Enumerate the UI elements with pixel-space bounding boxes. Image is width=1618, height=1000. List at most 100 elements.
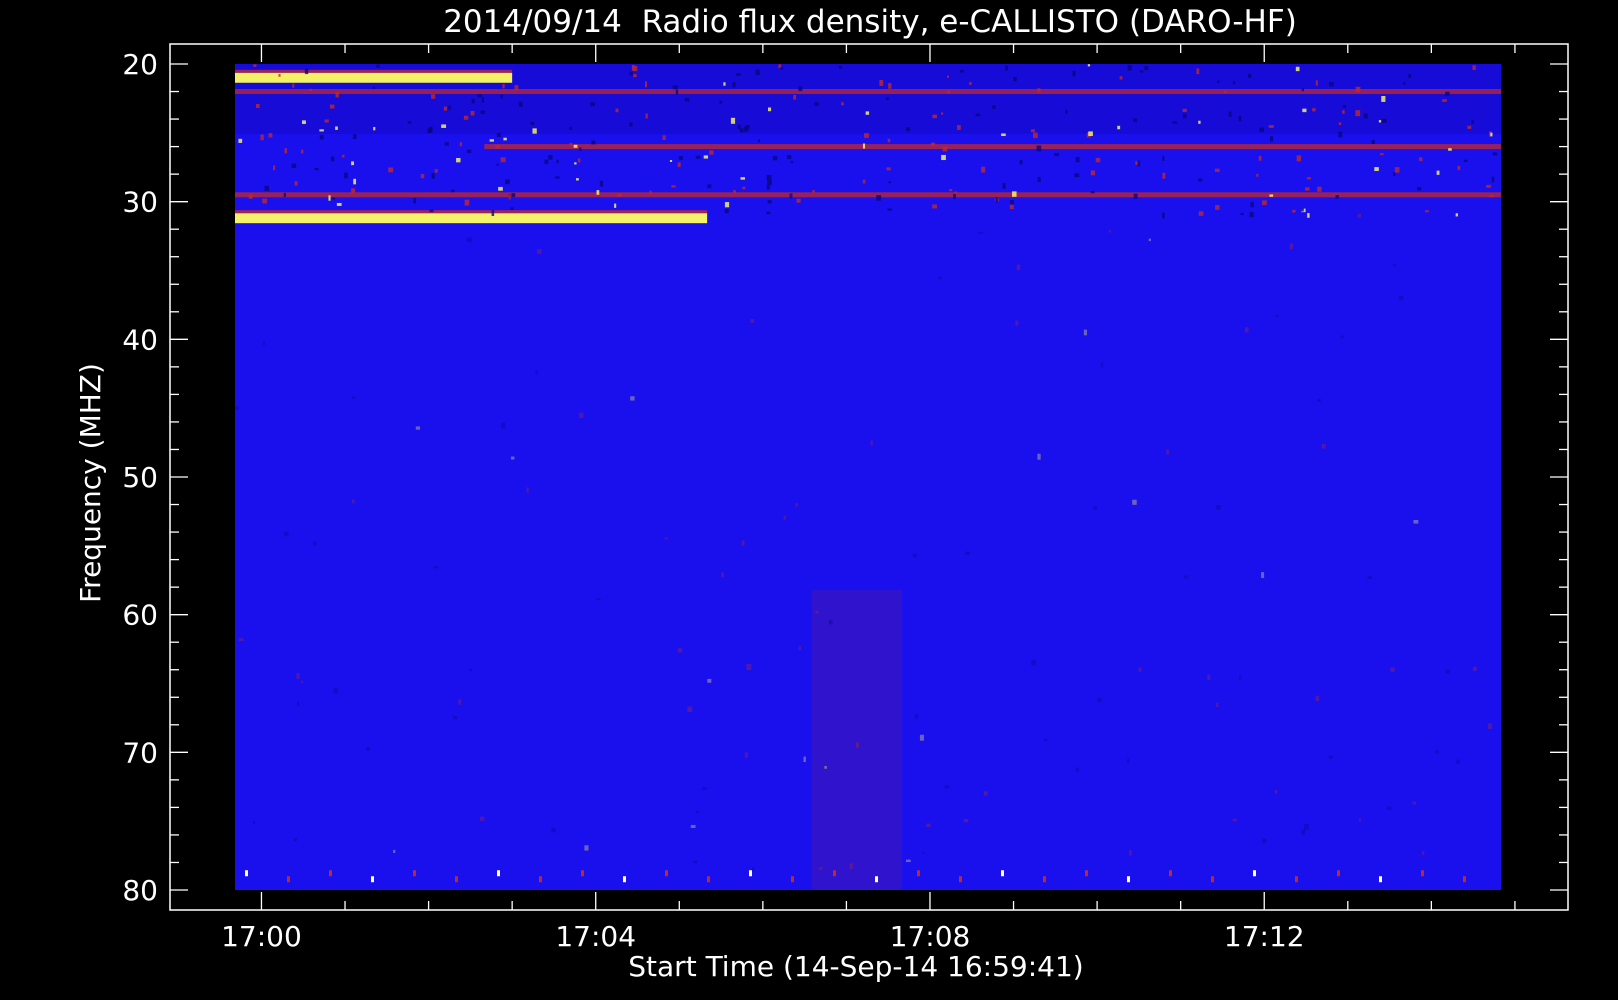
- speckle: [701, 787, 707, 790]
- speckle: [328, 195, 331, 201]
- speckle: [1342, 105, 1347, 108]
- speckle: [1184, 575, 1189, 579]
- speckle: [1317, 398, 1321, 402]
- speckle: [1412, 801, 1417, 805]
- speckle: [1093, 506, 1097, 511]
- speckle: [1216, 504, 1221, 510]
- speckle: [953, 193, 956, 200]
- speckle: [735, 73, 741, 76]
- speckle: [887, 208, 893, 211]
- speckle: [1083, 329, 1087, 336]
- speckle: [1166, 449, 1169, 455]
- speckle: [309, 88, 313, 91]
- marker-dot: [1253, 870, 1256, 877]
- speckle: [617, 193, 622, 197]
- speckle: [1001, 133, 1006, 137]
- speckle: [471, 98, 475, 104]
- speckle: [470, 110, 475, 116]
- speckle: [772, 155, 778, 161]
- speckle: [480, 110, 486, 114]
- speckle: [352, 499, 355, 504]
- speckle: [795, 502, 798, 507]
- speckle: [324, 119, 329, 123]
- speckle: [314, 168, 319, 171]
- marker-dot: [1043, 876, 1046, 883]
- speckle: [1355, 110, 1361, 117]
- speckle: [1117, 125, 1121, 130]
- speckle: [947, 75, 950, 78]
- marker-dot: [329, 870, 332, 877]
- speckle: [313, 541, 317, 546]
- speckle: [1144, 66, 1149, 71]
- speckle: [707, 184, 712, 189]
- speckle: [255, 103, 260, 108]
- speckle: [302, 120, 306, 124]
- speckle: [1357, 214, 1362, 218]
- speckle: [584, 845, 589, 851]
- speckle: [262, 341, 266, 346]
- emission-band-edge: [235, 210, 708, 214]
- marker-dot: [749, 870, 752, 877]
- speckle: [919, 734, 925, 741]
- y-tick-label: 20: [122, 48, 158, 81]
- speckle: [535, 370, 538, 375]
- speckle: [1386, 806, 1392, 810]
- speckle: [304, 68, 309, 75]
- speckle: [466, 237, 472, 243]
- speckle: [677, 648, 683, 653]
- speckle: [548, 154, 553, 160]
- speckle: [353, 134, 357, 139]
- marker-dot: [917, 870, 920, 877]
- speckle: [766, 185, 770, 190]
- speckle: [1455, 213, 1458, 217]
- speckle: [1217, 80, 1220, 83]
- speckle: [1075, 767, 1079, 772]
- speckle: [709, 150, 714, 155]
- speckle: [941, 154, 946, 161]
- speckle: [672, 85, 678, 90]
- speckle: [1471, 120, 1475, 124]
- speckle: [503, 137, 507, 141]
- speckle: [459, 142, 462, 147]
- speckle: [443, 106, 447, 111]
- speckle: [372, 86, 375, 89]
- speckle: [491, 210, 495, 217]
- speckle: [1417, 187, 1422, 191]
- speckle: [260, 134, 264, 141]
- speckle: [1182, 108, 1187, 112]
- speckle: [870, 440, 873, 446]
- speckle: [841, 102, 844, 106]
- speckle: [463, 115, 469, 120]
- marker-dot: [287, 876, 290, 883]
- speckle: [828, 619, 833, 625]
- speckle: [1009, 204, 1014, 210]
- x-tick-label: 17:12: [1224, 920, 1305, 953]
- speckle: [724, 202, 730, 208]
- speckle: [630, 396, 635, 401]
- speckle: [1005, 65, 1008, 71]
- speckle: [645, 113, 648, 119]
- y-tick-label: 80: [122, 874, 158, 907]
- x-tick-label: 17:00: [221, 920, 302, 953]
- speckle: [615, 108, 619, 113]
- speckle: [669, 159, 673, 162]
- speckle: [514, 85, 519, 91]
- speckle: [796, 198, 801, 203]
- speckle: [1030, 129, 1035, 133]
- speckle: [1408, 74, 1412, 79]
- speckle: [905, 859, 911, 863]
- speckle: [888, 83, 892, 89]
- speckle: [1031, 659, 1037, 666]
- speckle: [489, 139, 494, 142]
- speckle: [1037, 88, 1041, 93]
- speckle: [949, 189, 953, 192]
- speckle: [351, 161, 354, 166]
- speckle: [481, 96, 484, 103]
- speckle: [1256, 173, 1259, 177]
- speckle: [1374, 167, 1379, 172]
- speckle: [695, 155, 701, 159]
- speckle: [632, 65, 638, 72]
- speckle: [940, 112, 944, 115]
- speckle: [1292, 209, 1296, 213]
- speckle: [554, 176, 560, 179]
